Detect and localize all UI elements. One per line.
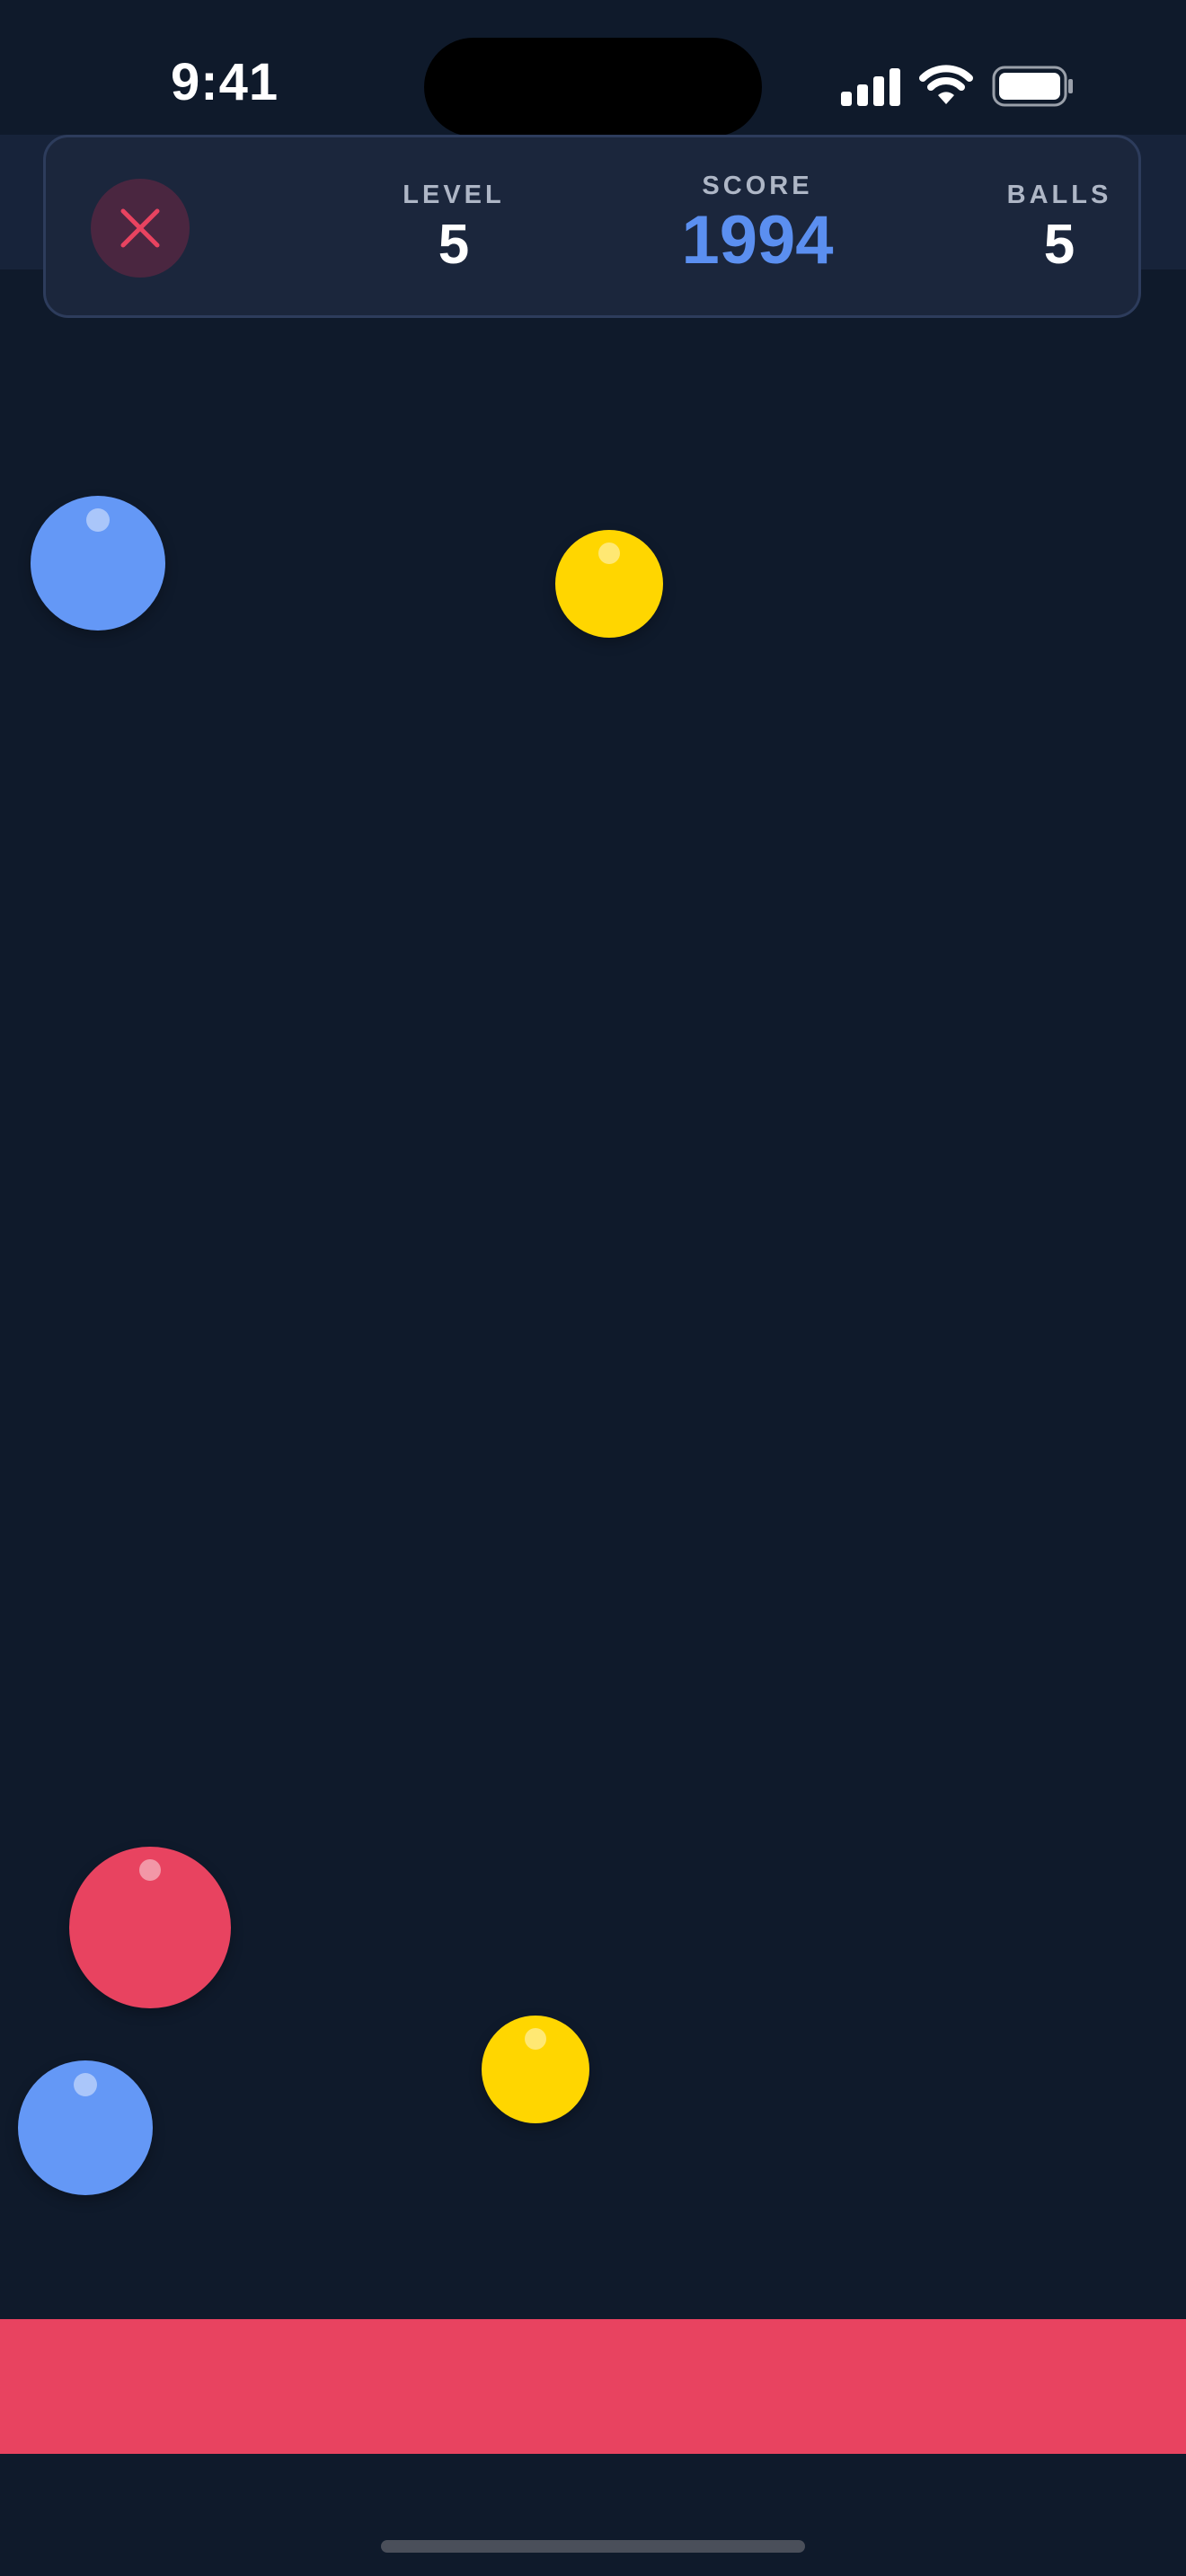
close-button[interactable] <box>91 179 190 278</box>
dynamic-island <box>424 38 762 137</box>
ball-highlight <box>86 508 110 532</box>
ball <box>555 530 663 638</box>
wifi-icon <box>919 65 973 104</box>
ball <box>482 2016 589 2123</box>
ball-highlight <box>74 2073 97 2096</box>
game-screen[interactable]: 9:41 LEVEL 5 SCORE 1994 BALLS 5 <box>0 0 1186 2576</box>
score-stat: SCORE 1994 <box>641 172 874 275</box>
paddle[interactable] <box>0 2319 1186 2454</box>
hud-panel: LEVEL 5 SCORE 1994 BALLS 5 <box>43 135 1141 318</box>
ball <box>69 1847 231 2008</box>
level-stat: LEVEL 5 <box>337 181 571 273</box>
balls-value: 5 <box>1043 214 1075 276</box>
status-time: 9:41 <box>171 53 279 111</box>
ball-highlight <box>525 2028 546 2050</box>
balls-label: BALLS <box>1006 181 1112 209</box>
level-label: LEVEL <box>403 181 505 209</box>
ball <box>31 496 165 631</box>
balls-stat: BALLS 5 <box>943 181 1176 273</box>
home-indicator[interactable] <box>381 2540 805 2553</box>
level-value: 5 <box>438 214 470 276</box>
close-icon <box>120 208 160 248</box>
ball <box>18 2060 153 2195</box>
cellular-signal-icon <box>841 66 902 106</box>
score-label: SCORE <box>702 172 813 200</box>
score-value: 1994 <box>681 202 834 278</box>
ball-highlight <box>139 1859 161 1881</box>
battery-icon <box>992 66 1073 107</box>
ball-highlight <box>598 543 620 564</box>
